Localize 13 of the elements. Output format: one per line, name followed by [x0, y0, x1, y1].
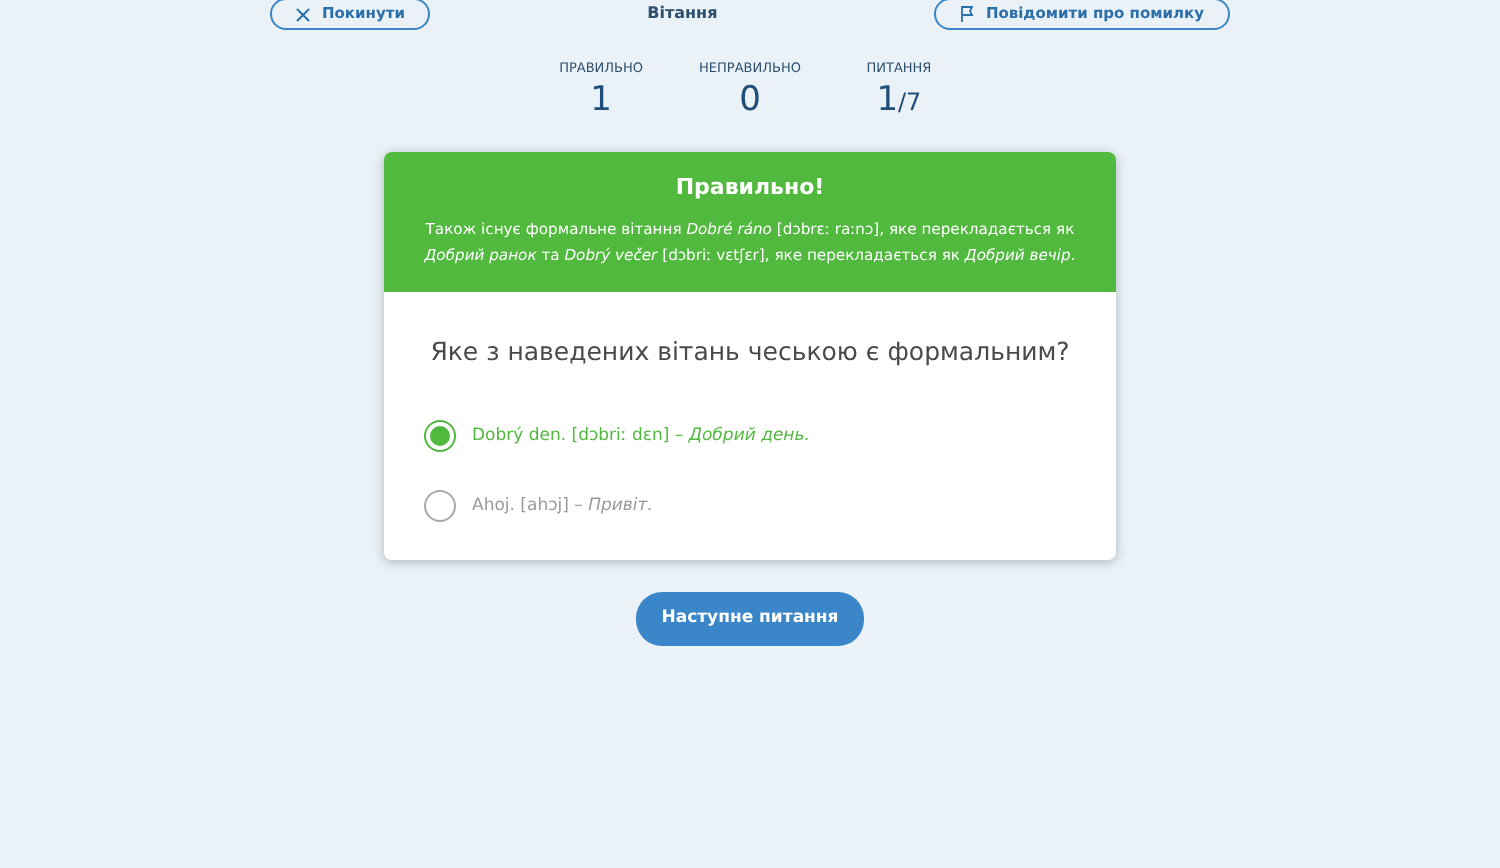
next-question-button[interactable]: Наступне питання	[635, 591, 865, 646]
feedback-title: Правильно!	[673, 172, 827, 205]
stat-value: 1/7	[874, 79, 924, 121]
stat-value: 1	[588, 79, 614, 121]
answer-option[interactable]: Dobrý den. [dɔbriː dɛn] – Добрий день.	[472, 423, 810, 449]
flag-icon	[959, 6, 974, 22]
radio-button[interactable]	[424, 419, 456, 452]
stat-value: 0	[737, 79, 763, 121]
close-icon	[296, 7, 310, 21]
lesson-title: Вітання	[647, 2, 718, 26]
radio-button[interactable]	[424, 489, 456, 522]
question-text: Яке з наведених вітань чеською є формальним?	[428, 334, 1072, 371]
answer-option[interactable]: Ahoj. [ahɔj] – Привіт.	[472, 493, 653, 519]
